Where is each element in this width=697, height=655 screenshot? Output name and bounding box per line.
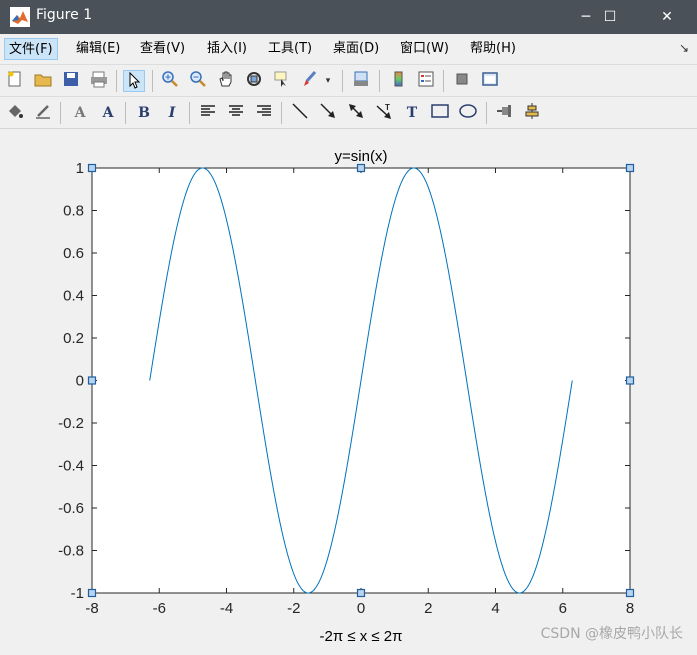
- y-tick-label: -0.8: [58, 543, 84, 560]
- menu-desktop[interactable]: 桌面(D): [329, 38, 383, 60]
- align-center-icon[interactable]: [225, 102, 247, 124]
- svg-text:T: T: [385, 103, 390, 112]
- selection-handle[interactable]: [87, 163, 97, 173]
- toolbar-divider: [152, 70, 153, 92]
- x-tick-label: 6: [559, 600, 567, 617]
- x-tick-label: -2: [287, 600, 300, 617]
- print-icon[interactable]: [88, 70, 110, 92]
- x-axis-label: -2π ≤ x ≤ 2π: [319, 628, 402, 645]
- window-titlebar: Figure 1 ─ ☐ ✕: [0, 0, 697, 34]
- save-icon[interactable]: [60, 70, 82, 92]
- toolbar-divider: [342, 70, 343, 92]
- double-arrow-icon[interactable]: [345, 102, 367, 124]
- selection-handle[interactable]: [625, 376, 635, 385]
- sin-plot[interactable]: -8 -6 -4 -2 0 2 4 6 8 -1 -0.8 -0.6 -0.4 -0.2 0 0.2 0.4 0.…: [0, 129, 697, 651]
- plot-edit-toolbar: A A B I T T: [0, 96, 697, 129]
- menu-edit[interactable]: 编辑(E): [72, 38, 124, 60]
- y-tick-label: 0: [76, 373, 84, 390]
- y-tick-label: -1: [71, 585, 84, 602]
- y-tick-label: 1: [76, 160, 84, 177]
- x-tick-label: 2: [424, 600, 432, 617]
- ellipse-icon[interactable]: [457, 102, 479, 124]
- menu-window[interactable]: 窗口(W): [396, 38, 453, 60]
- link-plot-icon[interactable]: [350, 70, 372, 92]
- x-tick-label: -4: [220, 600, 233, 617]
- align-right-icon[interactable]: [253, 102, 275, 124]
- face-color-icon[interactable]: [4, 102, 26, 124]
- toolbar-divider: [60, 102, 61, 124]
- legend-icon[interactable]: [415, 70, 437, 92]
- text-color-icon[interactable]: A: [97, 102, 119, 124]
- matlab-logo-icon: [10, 7, 30, 27]
- menubar: 文件(F) 编辑(E) 查看(V) 插入(I) 工具(T) 桌面(D) 窗口(W…: [0, 34, 697, 64]
- brush-icon[interactable]: [299, 70, 321, 92]
- y-tick-label: 0.4: [63, 288, 84, 305]
- new-figure-icon[interactable]: [4, 70, 26, 92]
- toolbar-divider: [486, 102, 487, 124]
- figure-toolbar: ▾: [0, 64, 697, 97]
- x-tick-label: 0: [357, 600, 365, 617]
- menu-file[interactable]: 文件(F): [4, 38, 58, 60]
- x-tick-label: -6: [153, 600, 166, 617]
- show-plot-tools-icon[interactable]: [479, 70, 501, 92]
- line-icon[interactable]: [289, 102, 311, 124]
- brush-dropdown-icon[interactable]: ▾: [322, 70, 334, 92]
- italic-icon[interactable]: I: [161, 102, 183, 124]
- y-tick-label: -0.4: [58, 458, 84, 475]
- toolbar-divider: [379, 70, 380, 92]
- chart-title: y=sin(x): [335, 148, 388, 165]
- colorbar-icon[interactable]: [387, 70, 409, 92]
- selection-handle[interactable]: [87, 376, 97, 385]
- align-left-icon[interactable]: [197, 102, 219, 124]
- toolbar-divider: [125, 102, 126, 124]
- zoom-in-icon[interactable]: [159, 70, 181, 92]
- rectangle-icon[interactable]: [429, 102, 451, 124]
- data-cursor-icon[interactable]: [271, 70, 293, 92]
- window-title: Figure 1: [36, 7, 93, 23]
- selection-handle[interactable]: [625, 163, 635, 173]
- zoom-out-icon[interactable]: [187, 70, 209, 92]
- menu-view[interactable]: 查看(V): [136, 38, 189, 60]
- y-tick-label: 0.2: [63, 330, 84, 347]
- bold-icon[interactable]: B: [133, 102, 155, 124]
- hide-plot-tools-icon[interactable]: [451, 70, 473, 92]
- x-tick-label: 8: [626, 600, 634, 617]
- pin-icon[interactable]: [494, 102, 516, 124]
- edge-color-icon[interactable]: [32, 102, 54, 124]
- selection-handle[interactable]: [356, 163, 366, 173]
- toolbar-divider: [116, 70, 117, 92]
- font-icon[interactable]: A: [69, 102, 91, 124]
- menu-tools[interactable]: 工具(T): [264, 38, 316, 60]
- y-tick-label: -0.6: [58, 500, 84, 517]
- arrow-icon[interactable]: [317, 102, 339, 124]
- toolbar-divider: [281, 102, 282, 124]
- menu-help[interactable]: 帮助(H): [466, 38, 520, 60]
- y-tick-label: -0.2: [58, 415, 84, 432]
- x-tick-label: -8: [85, 600, 98, 617]
- pan-hand-icon[interactable]: [215, 70, 237, 92]
- maximize-button[interactable]: ☐: [587, 0, 633, 34]
- dock-arrow-icon[interactable]: ↘: [679, 41, 689, 55]
- text-arrow-icon[interactable]: T: [373, 102, 395, 124]
- selection-handle[interactable]: [356, 588, 366, 598]
- toolbar-divider: [189, 102, 190, 124]
- selection-handle[interactable]: [625, 588, 635, 598]
- selection-handle[interactable]: [87, 588, 97, 598]
- y-tick-label: 0.6: [63, 245, 84, 262]
- x-tick-label: 4: [491, 600, 499, 617]
- csdn-watermark: CSDN @橡皮鸭小队长: [540, 626, 683, 642]
- open-file-icon[interactable]: [32, 70, 54, 92]
- align-distribute-icon[interactable]: [521, 102, 543, 124]
- text-box-icon[interactable]: T: [401, 102, 423, 124]
- figure-canvas[interactable]: -8 -6 -4 -2 0 2 4 6 8 -1 -0.8 -0.6 -0.4 -0.2 0 0.2 0.4 0.…: [0, 128, 697, 651]
- toolbar-divider: [443, 70, 444, 92]
- menu-insert[interactable]: 插入(I): [203, 38, 251, 60]
- close-button[interactable]: ✕: [644, 0, 690, 34]
- rotate-3d-icon[interactable]: [243, 70, 265, 92]
- y-tick-label: 0.8: [63, 203, 84, 220]
- edit-plot-arrow-icon[interactable]: [123, 70, 145, 92]
